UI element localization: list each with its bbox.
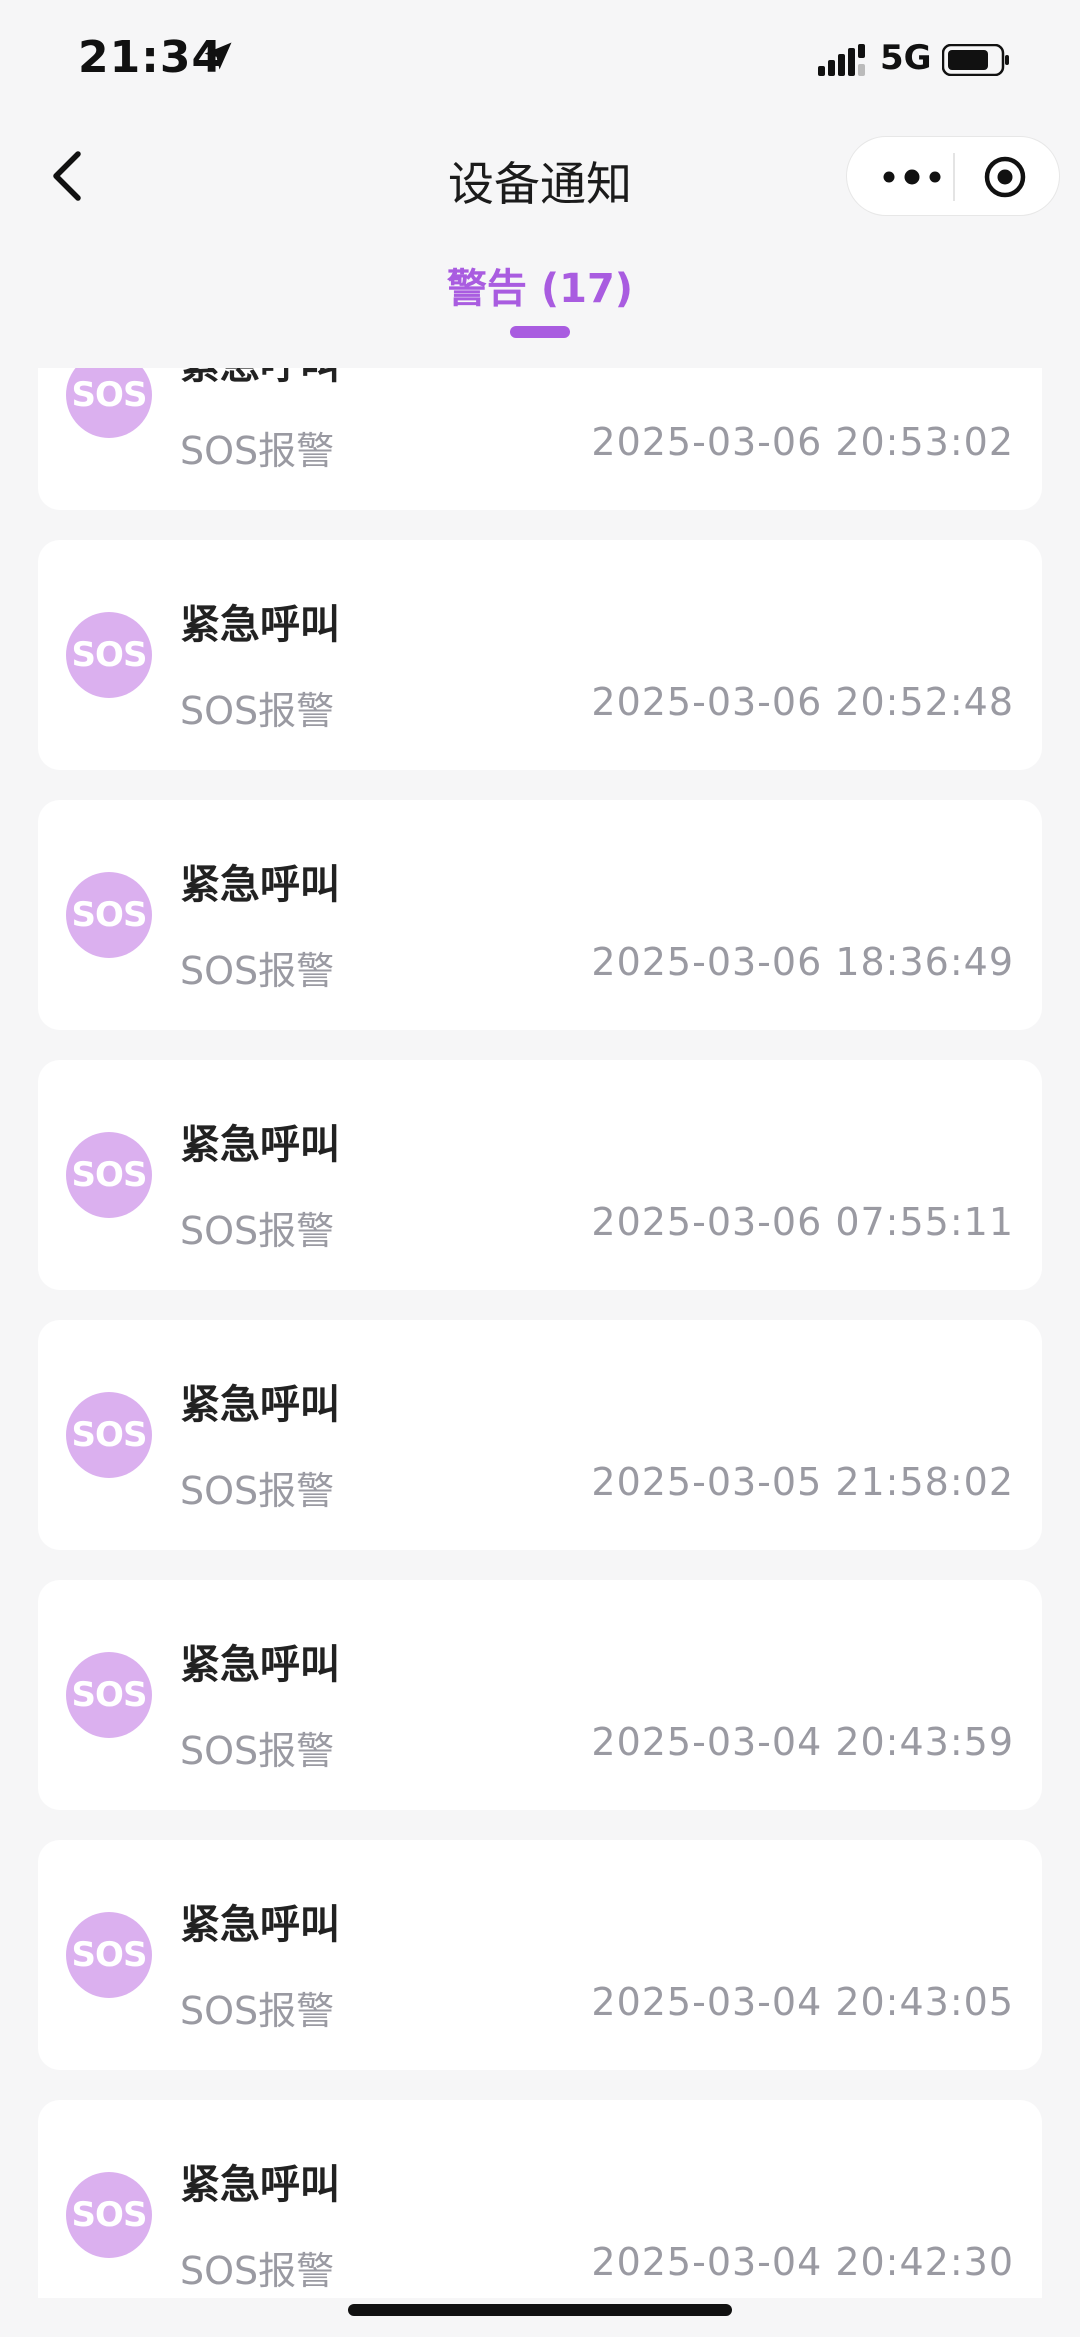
network-type: 5G [880,38,932,78]
sos-badge-icon: SOS [66,1132,152,1218]
sos-badge-icon: SOS [66,1392,152,1478]
navigation-bar: 设备通知 [0,120,1080,230]
notification-title: 紧急呼叫 [180,1122,340,1168]
notification-title: 紧急呼叫 [180,602,340,648]
sos-badge-icon: SOS [66,1652,152,1738]
location-arrow-icon [204,42,232,70]
notification-list[interactable]: SOS紧急呼叫SOS报警2025-03-06 20:53:02SOS紧急呼叫SO… [0,368,1080,2298]
notification-card[interactable]: SOS 紧急呼叫 SOS报警 2025-03-06 20:53:02 [38,368,1042,510]
notification-type: SOS报警 [180,1209,335,1253]
notification-card[interactable]: SOS 紧急呼叫 SOS报警 2025-03-05 21:58:02 [38,1320,1042,1550]
close-target-icon[interactable] [983,155,1027,199]
notification-time: 2025-03-04 20:42:30 [591,2240,1014,2284]
notification-time: 2025-03-05 21:58:02 [591,1460,1014,1504]
notification-card[interactable]: SOS 紧急呼叫 SOS报警 2025-03-04 20:43:59 [38,1580,1042,1810]
capsule-divider [953,153,955,201]
notification-type: SOS报警 [180,1469,335,1513]
sos-badge-icon: SOS [66,368,152,438]
more-dots-icon[interactable] [877,157,947,197]
notification-type: SOS报警 [180,689,335,733]
notification-type: SOS报警 [180,949,335,993]
notification-type: SOS报警 [180,429,335,473]
sos-badge-icon: SOS [66,872,152,958]
battery-icon [942,44,1009,76]
notification-time: 2025-03-04 20:43:05 [591,1980,1014,2024]
notification-title: 紧急呼叫 [180,862,340,908]
notification-time: 2025-03-06 07:55:11 [591,1200,1014,1244]
sos-badge-icon: SOS [66,2172,152,2258]
sos-badge-icon: SOS [66,1912,152,1998]
miniprogram-capsule [846,136,1060,216]
notification-type: SOS报警 [180,1989,335,2033]
status-bar: 21:34 5G [0,0,1080,120]
tab-warnings[interactable]: 警告 (17) [0,256,1080,314]
notification-title: 紧急呼叫 [180,2162,340,2208]
notification-title: 紧急呼叫 [180,1902,340,1948]
tab-active-indicator [510,326,570,338]
notification-time: 2025-03-06 18:36:49 [591,940,1014,984]
notification-title: 紧急呼叫 [180,368,340,390]
notification-title: 紧急呼叫 [180,1642,340,1688]
notification-type: SOS报警 [180,1729,335,1773]
notification-card[interactable]: SOS 紧急呼叫 SOS报警 2025-03-06 18:36:49 [38,800,1042,1030]
notification-title: 紧急呼叫 [180,1382,340,1428]
home-indicator [348,2304,732,2316]
cellular-signal-icon [818,44,865,76]
notification-card[interactable]: SOS 紧急呼叫 SOS报警 2025-03-06 20:52:48 [38,540,1042,770]
notification-type: SOS报警 [180,2249,335,2293]
notification-time: 2025-03-06 20:52:48 [591,680,1014,724]
notification-card[interactable]: SOS 紧急呼叫 SOS报警 2025-03-04 20:43:05 [38,1840,1042,2070]
notification-card[interactable]: SOS 紧急呼叫 SOS报警 2025-03-04 20:42:30 [38,2100,1042,2298]
notification-card[interactable]: SOS 紧急呼叫 SOS报警 2025-03-06 07:55:11 [38,1060,1042,1290]
notification-time: 2025-03-04 20:43:59 [591,1720,1014,1764]
sos-badge-icon: SOS [66,612,152,698]
notification-time: 2025-03-06 20:53:02 [591,420,1014,464]
